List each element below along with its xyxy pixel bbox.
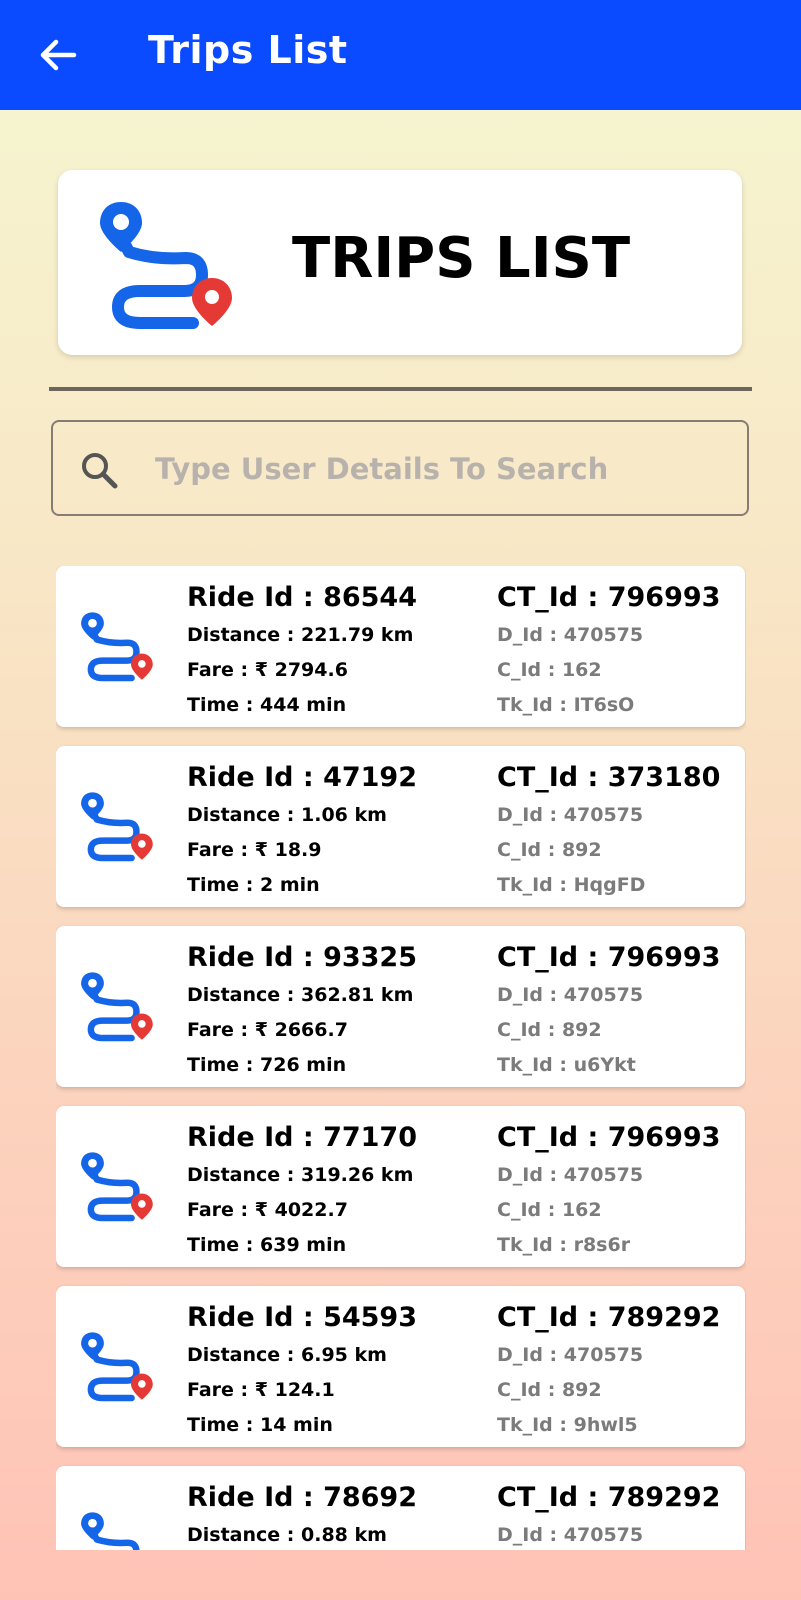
d-id: D_Id : 470575 (497, 1344, 644, 1366)
trip-id-info: CT_Id : 796993 D_Id : 470575 C_Id : 892 … (497, 938, 742, 1083)
c-id: C_Id : 892 (497, 1379, 602, 1401)
fare: Fare : ₹ 124.1 (187, 1379, 335, 1401)
route-icon (81, 792, 153, 862)
search-input[interactable] (153, 440, 717, 498)
trip-list: Ride Id : 86544 Distance : 221.79 km Far… (56, 566, 746, 1550)
d-id: D_Id : 470575 (497, 804, 644, 826)
trip-id-info: CT_Id : 796993 D_Id : 470575 C_Id : 162 … (497, 1118, 742, 1263)
d-id: D_Id : 470575 (497, 984, 644, 1006)
distance: Distance : 221.79 km (187, 624, 414, 646)
ct-id: CT_Id : 789292 (497, 1482, 721, 1513)
tk-id: Tk_Id : u6Ykt (497, 1054, 636, 1076)
arrow-left-icon[interactable] (36, 33, 80, 77)
trip-card[interactable]: Ride Id : 47192 Distance : 1.06 km Fare … (56, 746, 745, 907)
route-icon (81, 612, 153, 682)
time: Time : 2 min (187, 874, 320, 896)
d-id: D_Id : 470575 (497, 1164, 644, 1186)
trip-primary-info: Ride Id : 86544 Distance : 221.79 km Far… (187, 578, 487, 723)
fare: Fare : ₹ 4022.7 (187, 1199, 348, 1221)
tk-id: Tk_Id : IT6sO (497, 694, 635, 716)
trip-id-info: CT_Id : 789292 D_Id : 470575 C_Id : Tk_I… (497, 1478, 742, 1550)
divider (49, 387, 752, 391)
distance: Distance : 1.06 km (187, 804, 387, 826)
ct-id: CT_Id : 796993 (497, 942, 721, 973)
trip-card[interactable]: Ride Id : 93325 Distance : 362.81 km Far… (56, 926, 745, 1087)
app-bar: Trips List (0, 0, 801, 110)
route-icon (81, 972, 153, 1042)
ride-id: Ride Id : 93325 (187, 942, 417, 973)
ct-id: CT_Id : 796993 (497, 582, 721, 613)
trip-card[interactable]: Ride Id : 54593 Distance : 6.95 km Fare … (56, 1286, 745, 1447)
trip-primary-info: Ride Id : 54593 Distance : 6.95 km Fare … (187, 1298, 487, 1443)
trip-id-info: CT_Id : 789292 D_Id : 470575 C_Id : 892 … (497, 1298, 742, 1443)
time: Time : 444 min (187, 694, 347, 716)
tk-id: Tk_Id : HqgFD (497, 874, 646, 896)
trip-id-info: CT_Id : 796993 D_Id : 470575 C_Id : 162 … (497, 578, 742, 723)
ride-id: Ride Id : 78692 (187, 1482, 417, 1513)
trip-primary-info: Ride Id : 93325 Distance : 362.81 km Far… (187, 938, 487, 1083)
ride-id: Ride Id : 54593 (187, 1302, 417, 1333)
app-bar-title: Trips List (148, 28, 348, 72)
distance: Distance : 6.95 km (187, 1344, 387, 1366)
c-id: C_Id : 892 (497, 839, 602, 861)
ct-id: CT_Id : 789292 (497, 1302, 721, 1333)
route-icon (81, 1332, 153, 1402)
ride-id: Ride Id : 77170 (187, 1122, 417, 1153)
time: Time : 639 min (187, 1234, 347, 1256)
route-icon (81, 1512, 140, 1550)
trip-primary-info: Ride Id : 77170 Distance : 319.26 km Far… (187, 1118, 487, 1263)
d-id: D_Id : 470575 (497, 1524, 644, 1546)
trip-primary-info: Ride Id : 78692 Distance : 0.88 km Fare … (187, 1478, 487, 1550)
search-icon (82, 453, 118, 489)
tk-id: Tk_Id : r8s6r (497, 1234, 631, 1256)
trip-card[interactable]: Ride Id : 78692 Distance : 0.88 km Fare … (56, 1466, 745, 1550)
c-id: C_Id : 892 (497, 1019, 602, 1041)
fare: Fare : ₹ 18.9 (187, 839, 322, 861)
trip-primary-info: Ride Id : 47192 Distance : 1.06 km Fare … (187, 758, 487, 903)
time: Time : 14 min (187, 1414, 333, 1436)
ride-id: Ride Id : 86544 (187, 582, 417, 613)
ct-id: CT_Id : 373180 (497, 762, 721, 793)
route-icon (81, 1152, 153, 1222)
distance: Distance : 0.88 km (187, 1524, 387, 1546)
distance: Distance : 362.81 km (187, 984, 414, 1006)
header-title: TRIPS LIST (292, 226, 631, 291)
ct-id: CT_Id : 796993 (497, 1122, 721, 1153)
fare: Fare : ₹ 2794.6 (187, 659, 348, 681)
time: Time : 726 min (187, 1054, 347, 1076)
header-card: TRIPS LIST (58, 170, 742, 355)
route-icon (100, 202, 232, 329)
trip-id-info: CT_Id : 373180 D_Id : 470575 C_Id : 892 … (497, 758, 742, 903)
c-id: C_Id : 162 (497, 1199, 602, 1221)
search-box[interactable] (51, 420, 749, 516)
distance: Distance : 319.26 km (187, 1164, 414, 1186)
ride-id: Ride Id : 47192 (187, 762, 417, 793)
fare: Fare : ₹ 2666.7 (187, 1019, 348, 1041)
c-id: C_Id : 162 (497, 659, 602, 681)
trip-card[interactable]: Ride Id : 77170 Distance : 319.26 km Far… (56, 1106, 745, 1267)
tk-id: Tk_Id : 9hwl5 (497, 1414, 638, 1436)
d-id: D_Id : 470575 (497, 624, 644, 646)
trip-card[interactable]: Ride Id : 86544 Distance : 221.79 km Far… (56, 566, 745, 727)
